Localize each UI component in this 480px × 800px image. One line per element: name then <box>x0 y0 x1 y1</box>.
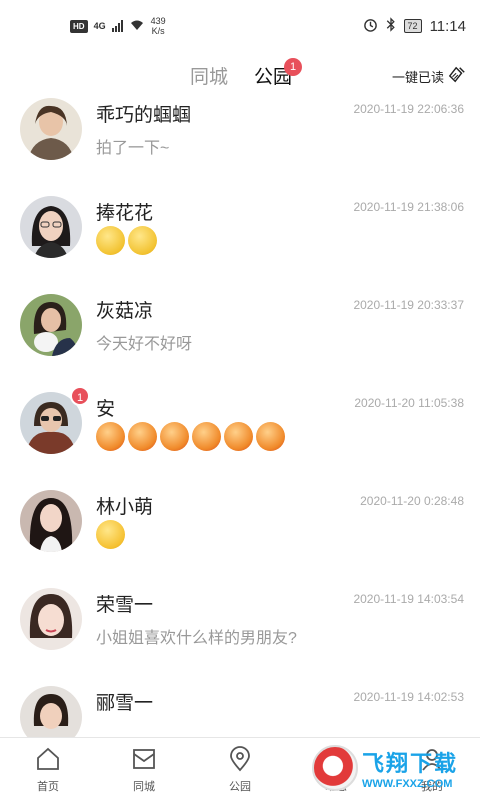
message-list: 乖巧的蝈蝈 2020-11-19 22:06:36 拍了一下~ 捧花花 2020… <box>0 98 480 738</box>
watermark-url: WWW.FXXZ.COM <box>362 778 453 790</box>
angry-emoji-icon <box>256 422 285 451</box>
avatar[interactable] <box>20 686 82 738</box>
message-row[interactable]: 林小萌 2020-11-20 0:28:48 <box>0 490 480 588</box>
emoji-list <box>96 226 157 255</box>
message-row[interactable]: 荣雪一 2020-11-19 14:03:54 小姐姐喜欢什么样的男朋友? <box>0 588 480 686</box>
hd-indicator: HD <box>70 19 88 33</box>
angry-emoji-icon <box>224 422 253 451</box>
message-time: 2020-11-19 20:33:37 <box>353 298 464 312</box>
tab-park-badge: 1 <box>284 58 302 76</box>
watermark-logo-icon <box>312 745 358 791</box>
message-time: 2020-11-20 0:28:48 <box>360 494 464 508</box>
message-preview: 小姐姐喜欢什么样的男朋友? <box>96 630 297 647</box>
status-bar: HD 4G 439 K/s 72 11:14 <box>0 0 480 52</box>
contact-name: 捧花花 <box>96 203 154 224</box>
clock: 11:14 <box>429 17 466 35</box>
message-row[interactable]: 灰菇凉 2020-11-19 20:33:37 今天好不好呀 <box>0 294 480 392</box>
nav-city-label: 同城 <box>133 781 155 793</box>
contact-name: 郦雪一 <box>96 693 154 714</box>
tab-city[interactable]: 同城 <box>190 62 228 89</box>
contact-name: 荣雪一 <box>96 595 154 616</box>
watermark: 飞翔下载 WWW.FXXZ.COM <box>312 742 472 794</box>
angry-emoji-icon <box>192 422 221 451</box>
avatar[interactable] <box>20 196 82 258</box>
message-preview: 今天好不好呀 <box>96 336 193 353</box>
read-all-label: 一键已读 <box>391 70 444 85</box>
message-preview: 拍了一下~ <box>96 140 170 157</box>
signal-icon <box>111 20 123 32</box>
emoji-list <box>96 422 285 451</box>
confused-emoji-icon <box>96 226 125 255</box>
nav-home[interactable]: 首页 <box>18 746 78 794</box>
heart-eyes-emoji-icon <box>96 520 125 549</box>
speed-value: 439 <box>150 16 166 26</box>
city-icon <box>133 749 155 769</box>
unread-badge: 1 <box>70 386 90 406</box>
confused-emoji-icon <box>128 226 157 255</box>
angry-emoji-icon <box>96 422 125 451</box>
home-icon <box>37 747 59 770</box>
network-speed: 439 K/s <box>151 16 166 36</box>
message-time: 2020-11-19 22:06:36 <box>353 102 464 116</box>
header: 同城 公园 1 一键已读 <box>0 52 480 98</box>
message-row[interactable]: 郦雪一 2020-11-19 14:02:53 <box>0 686 480 738</box>
battery-indicator: 72 <box>403 19 422 33</box>
location-icon <box>230 746 250 772</box>
nav-city[interactable]: 同城 <box>114 746 174 794</box>
angry-emoji-icon <box>160 422 189 451</box>
message-time: 2020-11-19 14:02:53 <box>353 690 464 704</box>
broom-icon <box>448 66 466 87</box>
contact-name: 安 <box>96 399 116 420</box>
message-time: 2020-11-19 14:03:54 <box>353 592 464 606</box>
nav-home-label: 首页 <box>37 781 59 793</box>
bluetooth-icon <box>386 17 396 35</box>
avatar[interactable] <box>20 294 82 356</box>
angry-emoji-icon <box>128 422 157 451</box>
network-type: 4G <box>93 21 106 31</box>
nav-park[interactable]: 公园 <box>210 746 270 794</box>
read-all-button[interactable]: 一键已读 <box>392 66 466 87</box>
message-row[interactable]: 1 安 2020-11-20 11:05:38 <box>0 386 480 490</box>
message-time: 2020-11-20 11:05:38 <box>354 396 464 410</box>
nav-park-label: 公园 <box>229 781 251 793</box>
avatar[interactable] <box>20 490 82 552</box>
speed-unit: K/s <box>151 26 165 36</box>
emoji-list <box>96 520 125 549</box>
contact-name: 灰菇凉 <box>96 301 154 322</box>
wifi-icon <box>129 19 145 34</box>
contact-name: 林小萌 <box>96 497 154 518</box>
avatar[interactable] <box>20 588 82 650</box>
alarm-icon <box>363 17 378 35</box>
message-time: 2020-11-19 21:38:06 <box>353 200 464 214</box>
watermark-title: 飞翔下载 <box>362 751 459 776</box>
message-row[interactable]: 捧花花 2020-11-19 21:38:06 <box>0 196 480 294</box>
message-row[interactable]: 乖巧的蝈蝈 2020-11-19 22:06:36 拍了一下~ <box>0 98 480 196</box>
avatar[interactable] <box>20 98 82 160</box>
contact-name: 乖巧的蝈蝈 <box>96 105 192 126</box>
